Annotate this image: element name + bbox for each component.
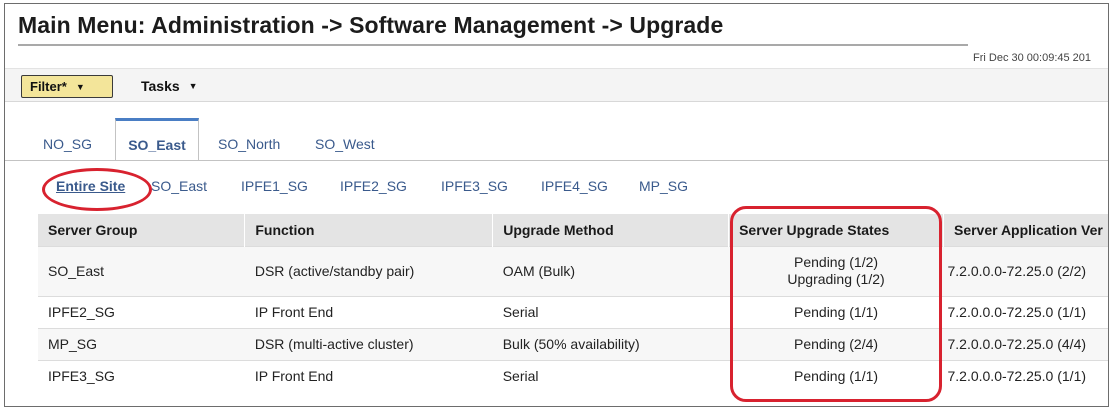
upgrade-table: Server Group Function Upgrade Method Ser… (38, 214, 1108, 392)
tab-so-north[interactable]: SO_North (218, 136, 280, 152)
page-title: Main Menu: Administration -> Software Ma… (18, 12, 724, 38)
cell-upgrade-method: Serial (492, 295, 729, 328)
chevron-down-icon: ▼ (75, 81, 85, 92)
annotation-circle (42, 168, 152, 211)
tab-divider (5, 160, 1108, 161)
tab-so-east[interactable]: SO_East (115, 118, 199, 161)
tab-so-west[interactable]: SO_West (315, 136, 375, 152)
tasks-button[interactable]: Tasks ▼ (141, 78, 198, 94)
cell-function: DSR (multi-active cluster) (244, 327, 493, 360)
upgrade-page: Main Menu: Administration -> Software Ma… (4, 3, 1109, 407)
subtab-ipfe2-sg[interactable]: IPFE2_SG (340, 178, 407, 194)
subtab-ipfe4-sg[interactable]: IPFE4_SG (541, 178, 608, 194)
cell-upgrade-states: Pending (1/1) (728, 359, 944, 392)
cell-function: DSR (active/standby pair) (244, 245, 493, 296)
toolbar: Filter* ▼ Tasks ▼ (5, 68, 1108, 102)
subtab-ipfe1-sg[interactable]: IPFE1_SG (241, 178, 308, 194)
server-group-tabs: NO_SG SO_East SO_North SO_West (5, 118, 1108, 161)
column-header-app-version[interactable]: Server Application Ver (943, 214, 1108, 246)
timestamp: Fri Dec 30 00:09:45 201 (973, 52, 1092, 64)
table-row[interactable]: SO_East DSR (active/standby pair) OAM (B… (38, 245, 1108, 296)
cell-upgrade-method: Bulk (50% availability) (492, 327, 729, 360)
filter-button[interactable]: Filter* ▼ (21, 75, 113, 98)
state-pending: Pending (2/4) (794, 335, 879, 352)
column-header-upgrade-method[interactable]: Upgrade Method (492, 214, 730, 246)
state-pending: Pending (1/1) (794, 303, 879, 320)
subtab-so-east[interactable]: SO_East (151, 178, 207, 194)
subtab-mp-sg[interactable]: MP_SG (639, 178, 688, 194)
cell-function: IP Front End (244, 295, 493, 328)
title-divider (18, 44, 968, 46)
cell-function: IP Front End (244, 359, 493, 392)
subtab-ipfe3-sg[interactable]: IPFE3_SG (441, 178, 508, 194)
cell-upgrade-states: Pending (1/1) (728, 295, 944, 328)
tab-no-sg[interactable]: NO_SG (43, 136, 92, 152)
cell-app-version: 7.2.0.0.0-72.25.0 (2/2) (943, 245, 1108, 296)
column-header-server-group[interactable]: Server Group (38, 214, 246, 246)
table-row[interactable]: IPFE3_SG IP Front End Serial Pending (1/… (38, 359, 1108, 392)
cell-server-group: SO_East (38, 245, 245, 296)
filter-label: Filter* (30, 79, 67, 94)
cell-upgrade-method: OAM (Bulk) (492, 245, 729, 296)
chevron-down-icon: ▼ (188, 81, 198, 91)
cell-server-group: IPFE3_SG (38, 359, 245, 392)
cell-upgrade-states: Pending (1/2) Upgrading (1/2) (728, 245, 944, 296)
column-header-function[interactable]: Function (244, 214, 494, 246)
cell-upgrade-states: Pending (2/4) (728, 327, 944, 360)
site-subtabs: Entire Site SO_East IPFE1_SG IPFE2_SG IP… (5, 166, 1108, 206)
table-row[interactable]: IPFE2_SG IP Front End Serial Pending (1/… (38, 295, 1108, 328)
state-upgrading: Upgrading (1/2) (787, 271, 885, 287)
cell-app-version: 7.2.0.0.0-72.25.0 (1/1) (943, 295, 1108, 328)
state-pending: Pending (1/2) (794, 254, 879, 270)
cell-server-group: IPFE2_SG (38, 295, 245, 328)
table-header-row: Server Group Function Upgrade Method Ser… (38, 214, 1108, 246)
cell-app-version: 7.2.0.0.0-72.25.0 (4/4) (943, 327, 1108, 360)
cell-app-version: 7.2.0.0.0-72.25.0 (1/1) (943, 359, 1108, 392)
column-header-upgrade-states[interactable]: Server Upgrade States (728, 214, 944, 246)
table-row[interactable]: MP_SG DSR (multi-active cluster) Bulk (5… (38, 327, 1108, 360)
cell-upgrade-method: Serial (492, 359, 729, 392)
cell-server-group: MP_SG (38, 327, 245, 360)
tasks-label: Tasks (141, 78, 180, 94)
state-pending: Pending (1/1) (794, 367, 879, 384)
